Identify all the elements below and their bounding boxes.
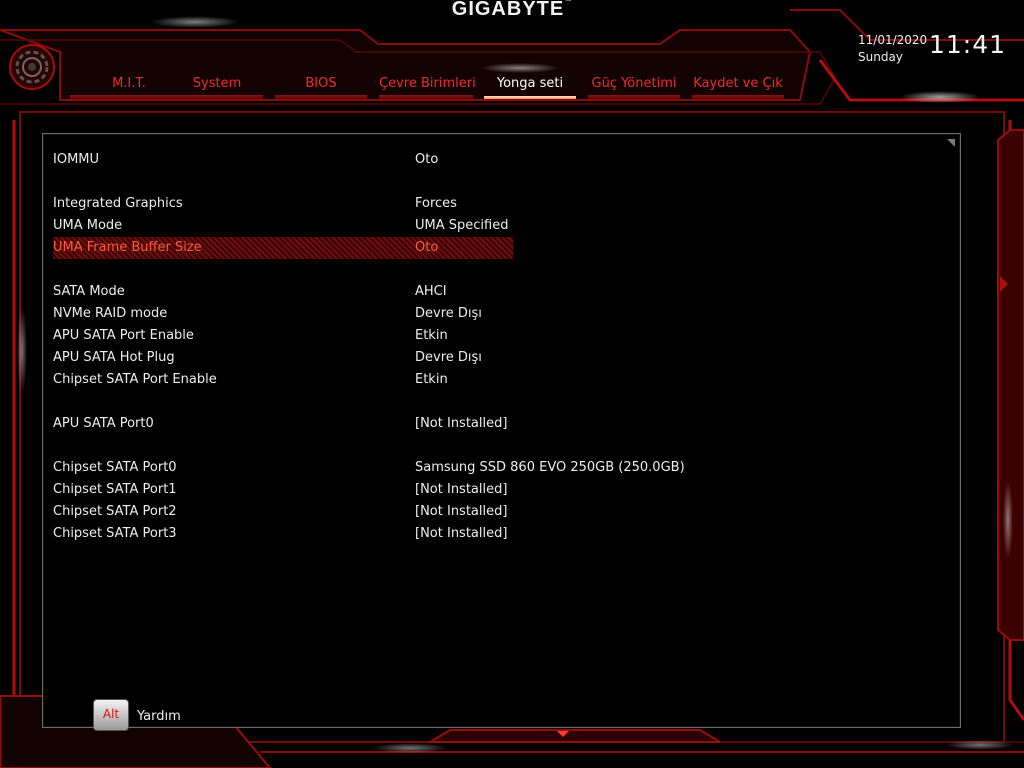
setting-label: Chipset SATA Port0 <box>53 460 177 475</box>
weekday-text: Sunday <box>858 50 903 64</box>
setting-value: Samsung SSD 860 EVO 250GB (250.0GB) <box>415 460 685 475</box>
setting-label: UMA Mode <box>53 218 123 233</box>
main-tabs: M.I.T. System BIOS Çevre Birimleri Yonga… <box>0 72 800 102</box>
setting-label: Chipset SATA Port2 <box>53 504 177 519</box>
setting-row-chipset-sata-port3[interactable]: Chipset SATA Port3 [Not Installed] <box>53 523 513 545</box>
settings-panel: IOMMU Oto Integrated Graphics Forces UMA… <box>42 133 961 728</box>
setting-row-chipset-sata-port2[interactable]: Chipset SATA Port2 [Not Installed] <box>53 501 513 523</box>
setting-value: [Not Installed] <box>415 482 508 497</box>
setting-row-chipset-sata-port1[interactable]: Chipset SATA Port1 [Not Installed] <box>53 479 513 501</box>
brand-logo: GIGABYTE™ <box>0 0 1024 21</box>
setting-value: UMA Specified <box>415 218 509 233</box>
setting-value: Devre Dışı <box>415 306 482 321</box>
setting-row-uma-frame-buffer-size[interactable]: UMA Frame Buffer Size Oto <box>53 237 513 259</box>
setting-row-apu-sata-port0[interactable]: APU SATA Port0 [Not Installed] <box>53 413 513 435</box>
setting-value: Devre Dışı <box>415 350 482 365</box>
setting-value: AHCI <box>415 284 447 299</box>
setting-row-sata-mode[interactable]: SATA Mode AHCI <box>53 281 513 303</box>
setting-value: [Not Installed] <box>415 504 508 519</box>
setting-label: Chipset SATA Port3 <box>53 526 177 541</box>
clock: 11:41 <box>929 30 1007 59</box>
tab-label: Kaydet ve Çık <box>693 76 783 91</box>
tab-power-management[interactable]: Güç Yönetimi <box>588 72 680 99</box>
arrow-right-icon[interactable] <box>1000 276 1008 292</box>
setting-value: Etkin <box>415 328 448 343</box>
panel-corner-mark <box>947 139 955 147</box>
tab-bios[interactable]: BIOS <box>275 72 367 99</box>
setting-row-apu-sata-hot-plug[interactable]: APU SATA Hot Plug Devre Dışı <box>53 347 513 369</box>
tab-label: Güç Yönetimi <box>591 76 677 91</box>
setting-label: APU SATA Port Enable <box>53 328 194 343</box>
setting-label: NVMe RAID mode <box>53 306 168 321</box>
tab-system[interactable]: System <box>171 72 263 99</box>
setting-label: Integrated Graphics <box>53 196 183 211</box>
tab-label: M.I.T. <box>112 76 146 91</box>
arrow-down-icon[interactable] <box>557 731 569 737</box>
setting-label: APU SATA Hot Plug <box>53 350 175 365</box>
tab-label: BIOS <box>305 76 337 91</box>
setting-value: [Not Installed] <box>415 416 508 431</box>
tab-chipset[interactable]: Yonga seti <box>484 72 576 99</box>
date-display: 11/01/2020 Sunday <box>858 32 927 66</box>
setting-row-iommu[interactable]: IOMMU Oto <box>53 149 513 171</box>
tab-label: Çevre Birimleri <box>379 76 476 91</box>
trademark-mark: ™ <box>564 0 573 5</box>
setting-label: SATA Mode <box>53 284 125 299</box>
bios-screen: GIGABYTE™ M.I.T. System BIOS Çevre Birim… <box>0 0 1024 768</box>
brand-name: GIGABYTE <box>451 0 565 20</box>
help-label: Yardım <box>137 709 181 724</box>
setting-value: [Not Installed] <box>415 526 508 541</box>
tab-save-and-exit[interactable]: Kaydet ve Çık <box>692 72 784 99</box>
setting-label: Chipset SATA Port1 <box>53 482 177 497</box>
tab-label: Yonga seti <box>496 76 564 91</box>
setting-row-nvme-raid-mode[interactable]: NVMe RAID mode Devre Dışı <box>53 303 513 325</box>
setting-label: APU SATA Port0 <box>53 416 154 431</box>
tab-peripherals[interactable]: Çevre Birimleri <box>379 72 476 99</box>
setting-value: Forces <box>415 196 457 211</box>
setting-row-chipset-sata-port-enable[interactable]: Chipset SATA Port Enable Etkin <box>53 369 513 391</box>
setting-row-uma-mode[interactable]: UMA Mode UMA Specified <box>53 215 513 237</box>
help-alt-key-button[interactable]: Alt <box>93 699 129 731</box>
setting-label: IOMMU <box>53 152 100 167</box>
setting-row-integrated-graphics[interactable]: Integrated Graphics Forces <box>53 193 513 215</box>
setting-label: UMA Frame Buffer Size <box>53 240 202 255</box>
setting-value: Etkin <box>415 372 448 387</box>
setting-value: Oto <box>415 240 439 255</box>
setting-label: Chipset SATA Port Enable <box>53 372 217 387</box>
setting-row-chipset-sata-port0[interactable]: Chipset SATA Port0 Samsung SSD 860 EVO 2… <box>53 457 685 479</box>
tab-label: System <box>192 76 242 91</box>
date-text: 11/01/2020 <box>858 33 928 47</box>
setting-value: Oto <box>415 152 439 167</box>
setting-row-apu-sata-port-enable[interactable]: APU SATA Port Enable Etkin <box>53 325 513 347</box>
